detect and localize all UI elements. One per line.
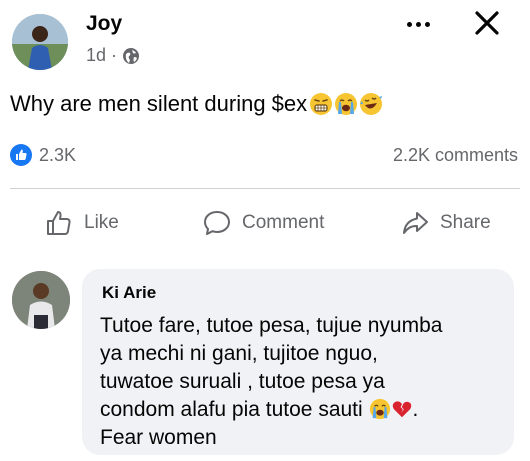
loudly-crying-face-emoji-icon [369,398,390,420]
comment-line: Fear women [100,426,217,449]
comment-label: Comment [242,212,325,233]
post-time[interactable]: 1d · [86,45,117,66]
comment-line: ya mechi ni gani, tujitoe nguo, [100,342,378,365]
share-label: Share [440,212,491,233]
commenter-avatar[interactable] [12,271,70,329]
rolling-laughing-emoji-icon [360,93,383,115]
close-icon[interactable] [470,6,504,40]
comment-line-text: condom alafu pia tutoe sauti [100,398,363,421]
reaction-count: 2.3K [39,144,77,165]
post-text-content: Why are men silent during $ex [10,91,308,116]
comment-emojis [369,398,413,420]
globe-icon [123,47,140,64]
post-emojis [309,92,383,116]
grimacing-face-emoji-icon [310,93,333,115]
comment-bubble: Ki Arie Tutoe fare, tutoe pesa, tujue ny… [82,269,514,455]
post-author-name[interactable]: Joy [86,12,122,36]
comment-text: Tutoe fare, tutoe pesa, tujue nyumba ya … [100,312,510,452]
post-action-bar: Like Comment Share [0,196,530,250]
like-button[interactable]: Like [44,196,119,250]
post-author-avatar[interactable] [12,14,68,70]
post-text: Why are men silent during $ex [10,91,383,117]
comment-line: tuwatoe suruali , tutoe pesa ya [100,370,385,393]
commenter-name[interactable]: Ki Arie [102,283,156,303]
more-options-icon[interactable] [398,10,438,38]
thumbs-up-icon [47,211,71,235]
comment-line-with-emojis: condom alafu pia tutoe sauti . [100,396,510,424]
comment-line-suffix: . [412,398,419,421]
divider [10,188,520,189]
reactions-summary[interactable]: 2.3K [10,144,76,166]
share-arrow-icon [403,212,428,234]
like-reaction-icon [10,144,32,166]
comment-bubble-icon [204,211,230,235]
post-meta: 1d · [86,45,140,66]
comments-count[interactable]: 2.2K comments [393,145,518,166]
like-label: Like [84,212,119,233]
comment-button[interactable]: Comment [202,196,324,250]
comment-line: Tutoe fare, tutoe pesa, tujue nyumba [100,314,443,337]
broken-heart-emoji-icon [392,401,411,418]
loudly-crying-face-emoji-icon [335,93,358,115]
share-button[interactable]: Share [400,196,491,250]
